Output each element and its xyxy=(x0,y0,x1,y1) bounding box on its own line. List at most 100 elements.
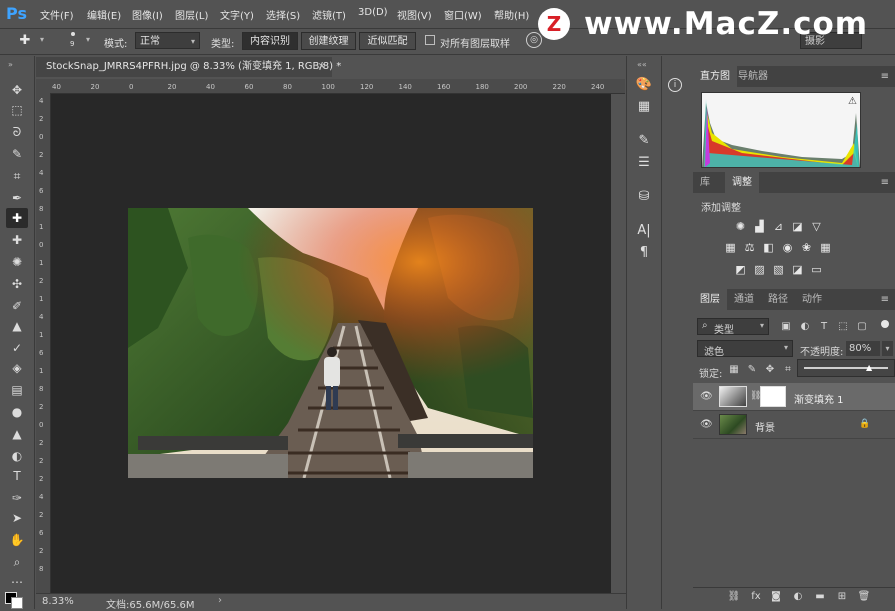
visibility-eye-icon[interactable]: 👁 xyxy=(700,391,713,402)
clone-source-icon[interactable]: ⛁ xyxy=(635,188,653,206)
collapse-icon[interactable]: » xyxy=(8,60,13,69)
warning-icon[interactable]: ⚠ xyxy=(848,96,857,107)
eraser-tool-icon[interactable]: ◈ xyxy=(6,358,28,378)
link-layers-icon[interactable]: ⛓ xyxy=(727,590,741,604)
visibility-eye-icon[interactable]: 👁 xyxy=(700,419,713,430)
lock-position-icon[interactable]: ✥ xyxy=(763,363,777,377)
paragraph-panel-icon[interactable]: ¶ xyxy=(635,244,653,262)
create-texture-button[interactable]: 创建纹理 xyxy=(301,32,356,50)
chevron-down-icon[interactable]: ▾ xyxy=(882,341,893,356)
menu-layer[interactable]: 图层(L) xyxy=(175,7,208,22)
menu-file[interactable]: 文件(F) xyxy=(40,7,74,22)
sharpen-tool-icon[interactable]: ▲ xyxy=(6,424,28,444)
patch-tool-icon[interactable]: ✺ xyxy=(6,252,28,272)
character-panel-icon[interactable]: A| xyxy=(635,222,653,240)
status-menu-icon[interactable]: › xyxy=(218,595,222,606)
opacity-input[interactable]: 80% xyxy=(846,341,880,356)
pen-tool-icon[interactable]: ✑ xyxy=(6,488,28,508)
opacity-slider-thumb[interactable]: ▲ xyxy=(866,363,872,372)
levels-icon[interactable]: ▟ xyxy=(752,220,767,233)
hue-saturation-icon[interactable]: ▦ xyxy=(723,241,738,254)
layer-name[interactable]: 渐变填充 1 xyxy=(794,391,844,406)
history-brush-tool-icon[interactable]: ✓ xyxy=(6,338,28,358)
red-eye-tool-icon[interactable]: ✣ xyxy=(6,274,28,294)
lock-pixels-icon[interactable]: ✎ xyxy=(745,363,759,377)
color-panel-icon[interactable]: 🎨 xyxy=(635,76,653,94)
filter-adjustment-icon[interactable]: ◐ xyxy=(798,320,812,334)
healing-brush-preset-icon[interactable]: ✚ xyxy=(14,33,36,49)
posterize-icon[interactable]: ▨ xyxy=(752,263,767,276)
spot-healing-brush-tool-icon[interactable]: ✚ xyxy=(6,208,28,228)
tab-adjustments[interactable]: 调整 xyxy=(725,172,759,193)
marquee-tool-icon[interactable]: ⬚ xyxy=(6,100,28,120)
document-tab[interactable]: StockSnap_JMRRS4PFRH.jpg @ 8.33% (渐变填充 1… xyxy=(36,57,341,77)
menu-3d[interactable]: 3D(D) xyxy=(358,7,388,18)
menu-view[interactable]: 视图(V) xyxy=(397,7,432,22)
blend-mode-select[interactable]: 滤色 ▾ xyxy=(697,340,793,358)
delete-layer-icon[interactable]: 🗑 xyxy=(857,590,871,604)
brush-size-picker[interactable]: 9 xyxy=(66,31,80,51)
layer-row-background[interactable]: 👁 背景 🔒 xyxy=(693,411,895,439)
brush-settings-icon[interactable]: ☰ xyxy=(635,154,653,172)
quick-select-tool-icon[interactable]: ✎ xyxy=(6,144,28,164)
channel-mixer-icon[interactable]: ❀ xyxy=(799,241,814,254)
brushes-panel-icon[interactable]: ✎ xyxy=(635,132,653,150)
photo-filter-icon[interactable]: ◉ xyxy=(780,241,795,254)
layer-name[interactable]: 背景 xyxy=(755,419,775,434)
chevron-down-icon[interactable]: ▾ xyxy=(86,35,90,44)
menu-edit[interactable]: 编辑(E) xyxy=(87,7,121,22)
lock-artboard-icon[interactable]: ⌗ xyxy=(781,363,795,377)
color-lookup-icon[interactable]: ▦ xyxy=(818,241,833,254)
info-icon[interactable]: i xyxy=(668,78,682,92)
opacity-slider-popup[interactable]: ▲ xyxy=(797,359,895,377)
vertical-scrollbar[interactable] xyxy=(611,94,625,593)
close-tab-icon[interactable]: × xyxy=(318,57,326,77)
filter-type-icon[interactable]: T xyxy=(817,320,831,334)
filter-smart-object-icon[interactable]: ▢ xyxy=(855,320,869,334)
tab-channels[interactable]: 通道 xyxy=(727,289,761,310)
gradient-tool-icon[interactable]: ▤ xyxy=(6,380,28,400)
gradient-map-icon[interactable]: ▭ xyxy=(809,263,824,276)
filter-toggle-icon[interactable] xyxy=(881,320,889,328)
threshold-icon[interactable]: ▧ xyxy=(771,263,786,276)
black-white-icon[interactable]: ◧ xyxy=(761,241,776,254)
tab-navigator[interactable]: 导航器 xyxy=(731,66,775,87)
panel-menu-icon[interactable]: ≡ xyxy=(881,71,889,82)
background-color-swatch[interactable] xyxy=(11,597,23,609)
vibrance-icon[interactable]: ▽ xyxy=(809,220,824,233)
selective-color-icon[interactable]: ◪ xyxy=(790,263,805,276)
hand-tool-icon[interactable]: ✋ xyxy=(6,530,28,550)
menu-help[interactable]: 帮助(H) xyxy=(494,7,529,22)
eyedropper-tool-icon[interactable]: ✒ xyxy=(6,188,28,208)
new-layer-icon[interactable]: ⊞ xyxy=(835,590,849,604)
layer-row-gradient[interactable]: 👁 ⛓ 渐变填充 1 xyxy=(693,383,895,411)
content-aware-button[interactable]: 内容识别 xyxy=(242,32,298,50)
document-image[interactable] xyxy=(128,208,533,478)
tab-layers[interactable]: 图层 xyxy=(693,289,727,310)
sample-all-layers-checkbox[interactable] xyxy=(425,35,435,45)
tab-libraries[interactable]: 库 xyxy=(693,172,717,193)
swatches-panel-icon[interactable]: ▦ xyxy=(635,98,653,116)
invert-icon[interactable]: ◩ xyxy=(733,263,748,276)
dodge-tool-icon[interactable]: ◐ xyxy=(6,446,28,466)
lock-transparent-icon[interactable]: ▦ xyxy=(727,363,741,377)
brightness-icon[interactable]: ✺ xyxy=(733,220,748,233)
zoom-level[interactable]: 8.33% xyxy=(42,596,74,607)
menu-type[interactable]: 文字(Y) xyxy=(220,7,254,22)
move-tool-icon[interactable]: ✥ xyxy=(6,80,28,100)
collapse-icon[interactable]: «« xyxy=(637,60,647,69)
menu-select[interactable]: 选择(S) xyxy=(266,7,300,22)
filter-shape-icon[interactable]: ⬚ xyxy=(836,320,850,334)
panel-menu-icon[interactable]: ≡ xyxy=(881,294,889,305)
brush-tool-icon[interactable]: ✐ xyxy=(6,296,28,316)
crop-tool-icon[interactable]: ⌗ xyxy=(6,166,28,186)
zoom-tool-icon[interactable]: ⌕ xyxy=(6,552,28,572)
add-mask-icon[interactable]: ◙ xyxy=(769,590,783,604)
healing-brush-tool-icon[interactable]: ✚ xyxy=(6,230,28,250)
more-tools-icon[interactable]: ⋯ xyxy=(6,572,28,592)
menu-window[interactable]: 窗口(W) xyxy=(444,7,482,22)
mode-select[interactable]: 正常 ▾ xyxy=(135,32,200,49)
blur-tool-icon[interactable]: ● xyxy=(6,402,28,422)
filter-pixel-icon[interactable]: ▣ xyxy=(779,320,793,334)
menu-filter[interactable]: 滤镜(T) xyxy=(312,7,346,22)
